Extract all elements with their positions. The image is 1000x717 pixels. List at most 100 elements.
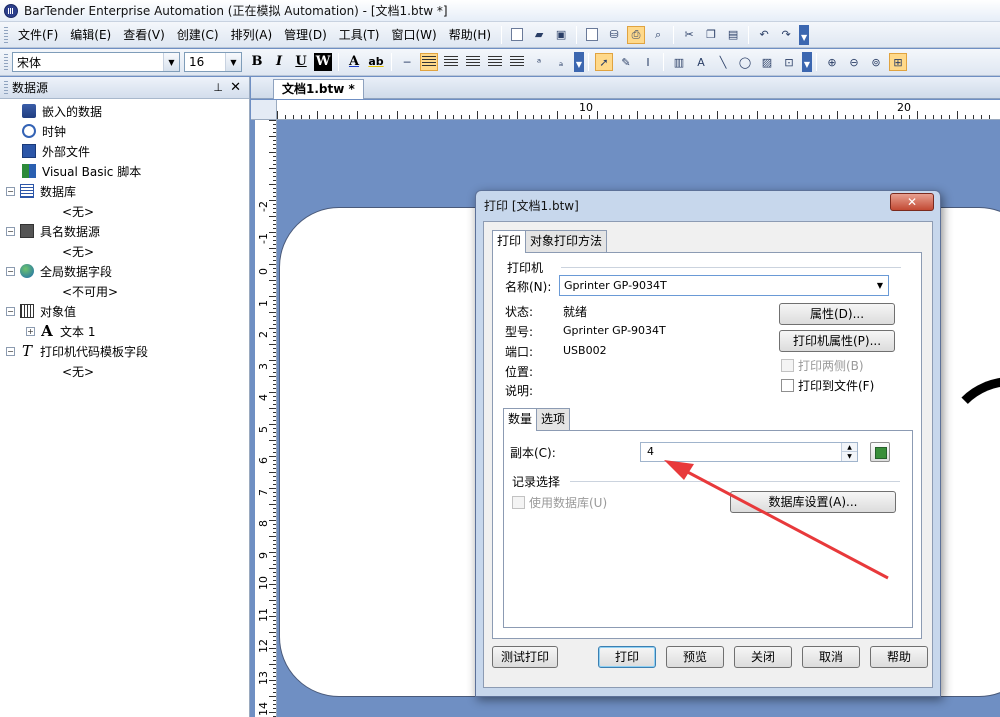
tab-options[interactable]: 选项 <box>536 408 571 430</box>
toolbar-grip[interactable] <box>4 54 8 70</box>
tree-item-vb-script[interactable]: Visual Basic 脚本 <box>0 161 249 181</box>
use-database-checkbox[interactable]: 使用数据库(U) <box>512 494 607 511</box>
preview-button[interactable]: 预览 <box>666 646 724 668</box>
printer-properties-short-button[interactable]: 属性(D)... <box>779 303 895 325</box>
menu-edit[interactable]: 编辑(E) <box>64 25 117 45</box>
collapse-icon[interactable]: − <box>6 226 15 236</box>
pin-icon[interactable]: ⊥ <box>213 81 223 94</box>
collapse-icon[interactable]: − <box>6 306 15 316</box>
bold-button[interactable]: B <box>248 53 266 71</box>
chevron-down-icon[interactable]: ▼ <box>225 53 241 71</box>
pen-icon[interactable]: ✎ <box>617 53 635 71</box>
menu-manage[interactable]: 管理(D) <box>278 25 333 45</box>
database-setup-icon[interactable]: ⛁ <box>605 26 623 44</box>
zoom-out-icon[interactable]: ⊖ <box>845 53 863 71</box>
close-button[interactable]: 关闭 <box>734 646 792 668</box>
printer-properties-button[interactable]: 打印机属性(P)... <box>779 330 895 352</box>
select-pointer-icon[interactable]: ➚ <box>595 53 613 71</box>
cancel-button[interactable]: 取消 <box>802 646 860 668</box>
tree-item-database[interactable]: − 数据库 <box>0 181 249 201</box>
panel-grip[interactable] <box>4 80 8 95</box>
paste-icon[interactable]: ▤ <box>724 26 742 44</box>
align-left-icon[interactable] <box>420 53 438 71</box>
spin-down-icon[interactable]: ▼ <box>841 452 857 461</box>
justify-all-icon[interactable] <box>508 53 526 71</box>
collapse-icon[interactable]: − <box>6 266 15 276</box>
menu-create[interactable]: 创建(C) <box>171 25 225 45</box>
print-to-file-checkbox[interactable]: 打印到文件(F) <box>781 377 874 394</box>
copies-spinner[interactable]: 4 ▲ ▼ <box>640 442 858 462</box>
help-button[interactable]: 帮助 <box>870 646 928 668</box>
tab-print[interactable]: 打印 <box>492 230 527 253</box>
menu-window[interactable]: 窗口(W) <box>385 25 442 45</box>
menu-view[interactable]: 查看(V) <box>117 25 171 45</box>
font-size-select[interactable]: 16 ▼ <box>184 52 242 72</box>
toolbar-grip[interactable] <box>4 26 8 43</box>
tree-item-text-1[interactable]: + A 文本 1 <box>0 321 249 341</box>
tree-item-external-file[interactable]: 外部文件 <box>0 141 249 161</box>
undo-icon[interactable]: ↶ <box>755 26 773 44</box>
print-icon[interactable]: ⎙ <box>627 25 646 44</box>
tree-item-named-source[interactable]: − 具名数据源 <box>0 221 249 241</box>
text-cursor-icon[interactable]: I <box>639 53 657 71</box>
align-center-icon[interactable] <box>442 53 460 71</box>
menu-help[interactable]: 帮助(H) <box>443 25 497 45</box>
tree-item-embedded-data[interactable]: 嵌入的数据 <box>0 101 249 121</box>
print-button[interactable]: 打印 <box>598 646 656 668</box>
zoom-fit-icon[interactable]: ⊚ <box>867 53 885 71</box>
new-document-icon[interactable] <box>508 26 526 44</box>
align-right-icon[interactable] <box>464 53 482 71</box>
picture-tool-icon[interactable]: ▨ <box>758 53 776 71</box>
tree-item-object-values[interactable]: − 对象值 <box>0 301 249 321</box>
highlight-color-button[interactable]: ab <box>367 53 385 71</box>
tree-item-none[interactable]: <无> <box>0 201 249 221</box>
database-setup-button[interactable]: 数据库设置(A)... <box>730 491 896 513</box>
line-icon[interactable]: ─ <box>398 53 416 71</box>
checkbox-box[interactable] <box>512 496 525 509</box>
tab-quantity[interactable]: 数量 <box>503 408 538 431</box>
line-tool-icon[interactable]: ╲ <box>714 53 732 71</box>
tree-item-clock[interactable]: 时钟 <box>0 121 249 141</box>
superscript-icon[interactable]: ᵃ <box>530 53 548 71</box>
subscript-icon[interactable]: ₐ <box>552 53 570 71</box>
copy-icon[interactable]: ❐ <box>702 26 720 44</box>
italic-button[interactable]: I <box>270 53 288 71</box>
underline-button[interactable]: U <box>292 53 310 71</box>
shape-tool-icon[interactable]: ◯ <box>736 53 754 71</box>
open-folder-icon[interactable]: ▰ <box>530 26 548 44</box>
printer-name-select[interactable]: Gprinter GP-9034T ▼ <box>559 275 889 296</box>
toolbar-overflow-icon[interactable]: ▼ <box>574 52 584 72</box>
cut-icon[interactable]: ✂ <box>680 26 698 44</box>
tree-item-printer-template[interactable]: − T 打印机代码模板字段 <box>0 341 249 361</box>
font-family-select[interactable]: 宋体 ▼ <box>12 52 180 72</box>
expand-icon[interactable]: + <box>26 326 35 336</box>
close-icon[interactable]: ✕ <box>230 80 241 95</box>
collapse-icon[interactable]: − <box>6 186 15 196</box>
tree-item-none[interactable]: <无> <box>0 241 249 261</box>
rfid-tool-icon[interactable]: ⊡ <box>780 53 798 71</box>
test-print-button[interactable]: 测试打印 <box>492 646 558 668</box>
chevron-down-icon[interactable]: ▼ <box>872 281 888 290</box>
zoom-in-icon[interactable]: ⊕ <box>823 53 841 71</box>
spin-up-icon[interactable]: ▲ <box>841 443 857 452</box>
font-color-button[interactable]: A <box>345 53 363 71</box>
text-tool-icon[interactable]: A <box>692 53 710 71</box>
collapse-icon[interactable]: − <box>6 346 15 356</box>
toolbar-overflow-icon[interactable]: ▼ <box>802 52 812 72</box>
menu-tools[interactable]: 工具(T) <box>333 25 386 45</box>
page-setup-icon[interactable] <box>583 26 601 44</box>
toolbar-overflow-icon[interactable]: ▼ <box>799 24 810 45</box>
menu-arrange[interactable]: 排列(A) <box>225 25 279 45</box>
tab-document-1[interactable]: 文档1.btw * <box>273 79 364 99</box>
tree-item-global-fields[interactable]: − 全局数据字段 <box>0 261 249 281</box>
redo-icon[interactable]: ↷ <box>777 26 795 44</box>
checkbox-box[interactable] <box>781 379 794 392</box>
tab-object-print-method[interactable]: 对象打印方法 <box>525 230 608 252</box>
chevron-down-icon[interactable]: ▼ <box>163 53 179 71</box>
menu-file[interactable]: 文件(F) <box>12 25 64 45</box>
save-icon[interactable]: ▣ <box>552 26 570 44</box>
copies-link-icon[interactable] <box>870 442 890 462</box>
tree-item-unavailable[interactable]: <不可用> <box>0 281 249 301</box>
justify-icon[interactable] <box>486 53 504 71</box>
tree-item-none[interactable]: <无> <box>0 361 249 381</box>
